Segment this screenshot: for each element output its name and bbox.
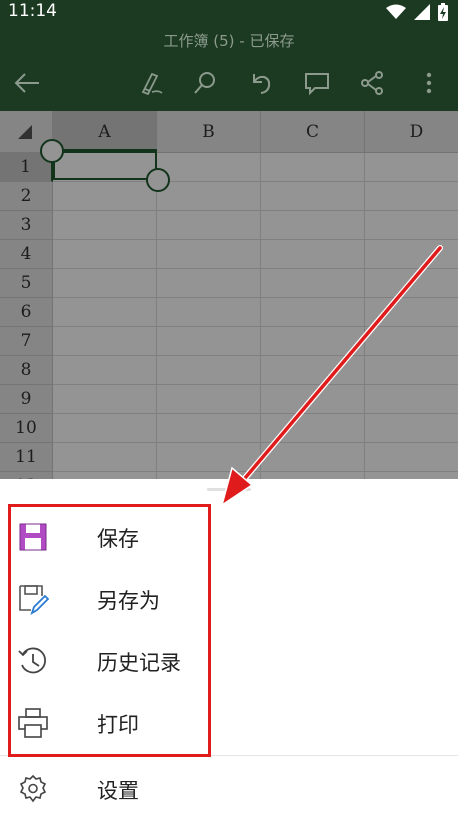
menu-item-history[interactable]: 历史记录: [0, 630, 458, 692]
menu-item-settings[interactable]: 设置: [0, 758, 458, 820]
file-menu-sheet: 保存 另存为 历史记录 打印 设置: [0, 479, 458, 820]
status-time: 11:14: [8, 1, 57, 21]
back-arrow-icon[interactable]: [12, 68, 42, 98]
save-icon: [16, 520, 50, 554]
menu-item-label: 打印: [97, 713, 139, 737]
wifi-icon: [386, 4, 406, 24]
signal-icon: [414, 4, 430, 24]
share-icon[interactable]: [357, 68, 387, 98]
undo-icon[interactable]: [246, 68, 276, 98]
search-icon[interactable]: [190, 68, 220, 98]
modal-scrim[interactable]: [0, 111, 458, 480]
battery-charging-icon: [438, 3, 448, 25]
title-bar: 工作簿 (5) - 已保存: [0, 24, 458, 56]
draw-pen-icon[interactable]: [136, 68, 166, 98]
menu-item-save-as[interactable]: 另存为: [0, 568, 458, 630]
history-icon: [16, 644, 50, 678]
menu-item-label: 设置: [97, 779, 139, 803]
menu-item-label: 历史记录: [97, 651, 181, 675]
settings-gear-icon: [16, 772, 50, 806]
print-icon: [16, 706, 50, 740]
status-bar: 11:14: [0, 0, 458, 24]
menu-item-label: 另存为: [97, 589, 160, 613]
save-as-icon: [16, 582, 50, 616]
more-vertical-icon[interactable]: [414, 68, 444, 98]
comment-icon[interactable]: [302, 68, 332, 98]
menu-item-save[interactable]: 保存: [0, 506, 458, 568]
menu-divider: [0, 755, 458, 756]
document-title: 工作簿 (5) - 已保存: [163, 32, 295, 50]
menu-item-label: 保存: [97, 527, 139, 551]
toolbar: [0, 56, 458, 111]
sheet-grabber[interactable]: [207, 488, 251, 491]
menu-item-print[interactable]: 打印: [0, 692, 458, 754]
